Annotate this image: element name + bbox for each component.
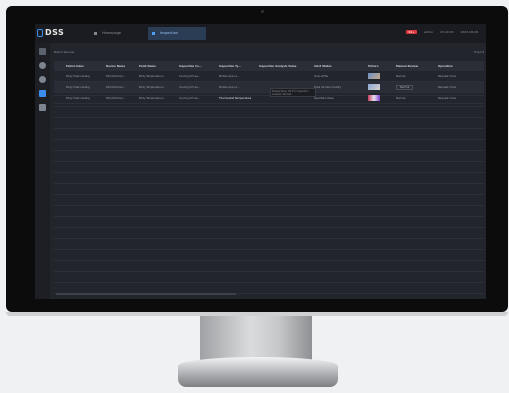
tab-homepage-label: Homepage — [102, 31, 122, 35]
cell: Pdm/Outdoor... — [103, 92, 136, 104]
cell: Body Temperature... — [136, 71, 176, 82]
tab-homepage[interactable]: Homepage — [90, 27, 140, 40]
monitor-icon[interactable] — [39, 90, 46, 97]
inspection-table: Patrol Index Device Name Point Name Insp… — [54, 61, 484, 104]
manual-review-cell[interactable]: Normal — [393, 81, 435, 93]
col-operation[interactable]: Operation — [435, 61, 484, 71]
col-alert-status[interactable]: Alert Status — [311, 61, 365, 71]
main-content: Batch Review Export Patrol Index Device … — [54, 47, 486, 299]
logo-icon — [37, 29, 43, 37]
report-icon[interactable] — [39, 104, 46, 111]
col-point-name[interactable]: Point Name — [136, 61, 176, 71]
cell: Cooling Of Lev... — [176, 81, 216, 93]
status-area: 99+ admin 23:40:03 2023-08-08 — [400, 30, 478, 37]
camera — [261, 10, 264, 13]
value-tooltip: Temperature: 36.5°C Inspection Analysis:… — [270, 88, 316, 97]
cell: Mobile App Lo... — [216, 71, 256, 82]
cell: Normal — [393, 71, 435, 82]
cell: Cooling Of Lev... — [176, 71, 216, 82]
col-analysis-value[interactable]: Inspection Analysis Value — [256, 61, 311, 71]
cell: Body Heat Lasting — [63, 71, 103, 82]
clock-date: 2023-08-08 — [460, 30, 478, 34]
grid-icon[interactable] — [39, 48, 46, 55]
monitor-frame: DSS Homepage Inspection 99+ admin 23:40:… — [6, 6, 508, 312]
operation-link[interactable]: Request more — [435, 92, 484, 104]
cell: Body Heat Lasting — [63, 92, 103, 104]
table-row[interactable]: Body Heat Lasting Pdm/Outdoor... Body Te… — [54, 81, 484, 93]
table-header: Patrol Index Device Name Point Name Insp… — [54, 61, 484, 71]
picture-cell[interactable] — [365, 81, 393, 93]
cell: Specified Value — [311, 92, 365, 104]
col-checkbox[interactable] — [54, 61, 63, 71]
thumbnail-image[interactable] — [368, 95, 380, 101]
table-row[interactable]: Body Heat Lasting Pdm/Outdoor... Body Te… — [54, 92, 484, 104]
cell: Normal — [393, 92, 435, 104]
cell[interactable] — [54, 71, 63, 82]
cell[interactable] — [54, 81, 63, 93]
tab-inspection-label: Inspection — [160, 31, 179, 35]
col-device-name[interactable]: Device Name — [103, 61, 136, 71]
monitor-stand-neck — [200, 316, 312, 360]
batch-review-button[interactable]: Batch Review — [54, 50, 74, 54]
col-picture[interactable]: Picture — [365, 61, 393, 71]
cell: Cooling Of Lev... — [176, 92, 216, 104]
horizontal-scrollbar[interactable] — [56, 293, 236, 295]
cell: Pdm/Outdoor... — [103, 81, 136, 93]
cell: Body Temperature... — [136, 92, 176, 104]
thumbnail-image[interactable] — [368, 84, 380, 90]
monitor-stand-base — [178, 357, 338, 387]
sidebar — [35, 43, 50, 299]
inspection-icon — [152, 32, 155, 35]
cell[interactable] — [54, 92, 63, 104]
table-empty-rows — [54, 95, 484, 295]
export-button[interactable]: Export — [474, 47, 484, 57]
picture-cell[interactable] — [365, 71, 393, 82]
cell: Mobile App Lo... — [216, 81, 256, 93]
table-row[interactable]: Body Heat Lasting Pdm/Outdoor... Body Te… — [54, 71, 484, 82]
col-patrol-index[interactable]: Patrol Index — [63, 61, 103, 71]
location-icon[interactable] — [39, 62, 46, 69]
cell: Pdm/Outdoor... — [103, 71, 136, 82]
home-icon — [94, 32, 97, 35]
col-inspection-type[interactable]: Inspection Ty... — [216, 61, 256, 71]
cell: Over-alFfer — [311, 71, 365, 82]
app-logo: DSS — [45, 28, 65, 37]
cell: Thermostat Temperature — [216, 92, 256, 104]
clock-time: 23:40:03 — [440, 30, 454, 34]
cell: Body Temperature... — [136, 81, 176, 93]
picture-cell[interactable] — [365, 92, 393, 104]
tab-inspection[interactable]: Inspection — [148, 27, 206, 40]
cell: Body Heat Lasting — [63, 81, 103, 93]
alert-badge[interactable]: 99+ — [406, 30, 417, 34]
globe-icon[interactable] — [39, 76, 46, 83]
thumbnail-image[interactable] — [368, 73, 380, 79]
manual-review-dropdown[interactable]: Normal — [396, 84, 414, 90]
top-bar: DSS Homepage Inspection 99+ admin 23:40:… — [35, 24, 486, 43]
operation-link[interactable]: Request more — [435, 81, 484, 93]
col-manual-review[interactable]: Manual Review — [393, 61, 435, 71]
screen: DSS Homepage Inspection 99+ admin 23:40:… — [35, 24, 486, 299]
col-inspection-content[interactable]: Inspection Co... — [176, 61, 216, 71]
operation-link[interactable]: Request more — [435, 71, 484, 82]
toolbar: Batch Review Export — [54, 47, 486, 57]
cell: Data Ab Abnormality — [311, 81, 365, 93]
user-name[interactable]: admin — [424, 30, 433, 34]
cell — [256, 71, 311, 82]
